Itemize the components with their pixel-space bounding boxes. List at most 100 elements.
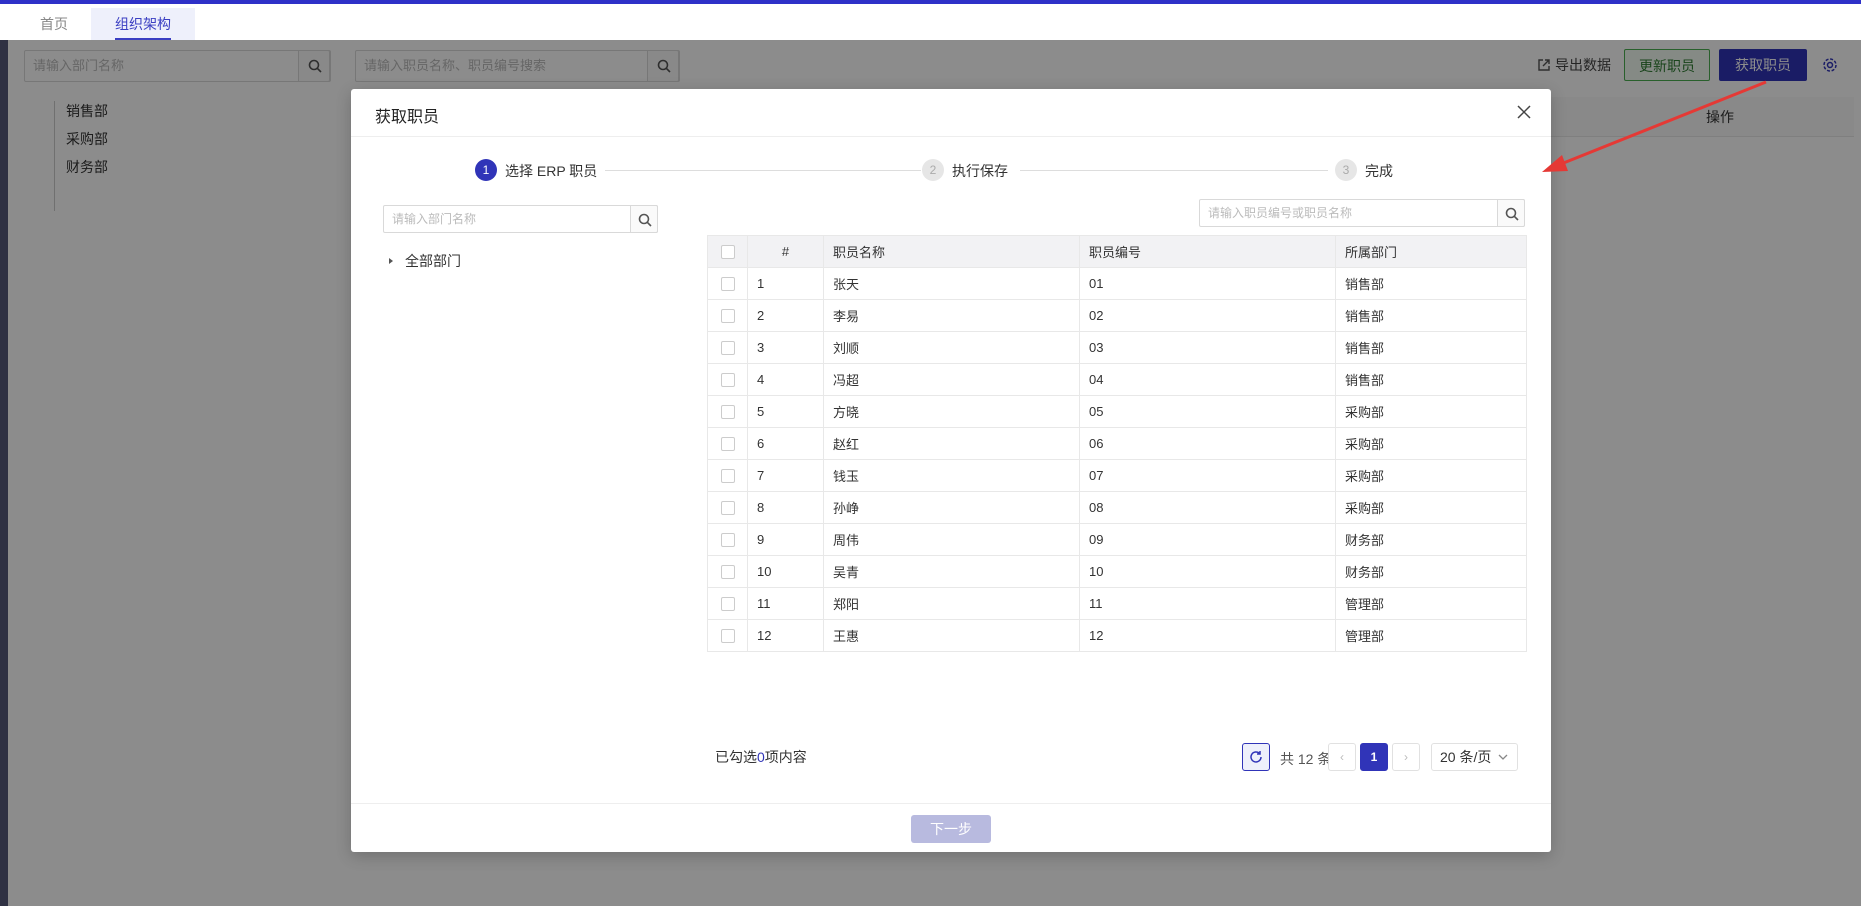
employee-code: 01 <box>1079 267 1336 300</box>
table-row[interactable]: 5 方晓 05 采购部 <box>707 395 1527 428</box>
page-size-value: 20 条/页 <box>1440 749 1492 765</box>
row-checkbox-cell <box>707 395 748 428</box>
row-index: 5 <box>747 395 824 428</box>
row-index: 11 <box>747 587 824 620</box>
table-row[interactable]: 9 周伟 09 财务部 <box>707 523 1527 556</box>
employee-department: 采购部 <box>1335 491 1527 524</box>
row-checkbox[interactable] <box>720 309 735 324</box>
step-3-number: 3 <box>1335 159 1357 181</box>
employee-department: 销售部 <box>1335 363 1527 396</box>
row-checkbox-cell <box>707 619 748 652</box>
row-checkbox[interactable] <box>720 373 735 388</box>
row-checkbox[interactable] <box>720 533 735 548</box>
row-checkbox-cell <box>707 427 748 460</box>
row-checkbox[interactable] <box>720 341 735 356</box>
chevron-down-icon <box>1498 754 1508 760</box>
dialog-header: 获取职员 <box>351 89 1551 137</box>
step-3-label: 完成 <box>1365 163 1393 179</box>
row-index: 8 <box>747 491 824 524</box>
row-checkbox[interactable] <box>720 437 735 452</box>
chevron-left-icon: ‹ <box>1340 750 1344 764</box>
column-index-header: # <box>747 235 824 268</box>
page-size-select[interactable]: 20 条/页 <box>1431 743 1518 771</box>
dialog-title: 获取职员 <box>375 109 440 126</box>
table-row[interactable]: 6 赵红 06 采购部 <box>707 427 1527 460</box>
employee-name: 方晓 <box>823 395 1080 428</box>
row-index: 4 <box>747 363 824 396</box>
row-checkbox[interactable] <box>720 277 735 292</box>
column-name-header: 职员名称 <box>823 235 1080 268</box>
table-row[interactable]: 7 钱玉 07 采购部 <box>707 459 1527 492</box>
search-icon <box>638 213 652 227</box>
employee-name: 钱玉 <box>823 459 1080 492</box>
select-all-checkbox[interactable] <box>720 245 735 260</box>
row-checkbox-cell <box>707 331 748 364</box>
employee-name: 冯超 <box>823 363 1080 396</box>
refresh-button[interactable] <box>1242 743 1270 771</box>
dialog-close-button[interactable] <box>1513 101 1535 123</box>
steps-indicator: 1 选择 ERP 职员 2 执行保存 3 完成 <box>351 159 1551 183</box>
erp-employee-table: # 职员名称 职员编号 所属部门 1 张天 01 销售部 2 李易 02 销售部 3 刘顺 03 销售… <box>707 235 1527 652</box>
prev-page-button[interactable]: ‹ <box>1328 743 1356 771</box>
step-connector <box>605 170 921 171</box>
row-checkbox[interactable] <box>720 629 735 644</box>
refresh-icon <box>1250 751 1262 763</box>
page-1-button[interactable]: 1 <box>1360 743 1388 771</box>
row-checkbox[interactable] <box>720 565 735 580</box>
table-row[interactable]: 12 王惠 12 管理部 <box>707 619 1527 652</box>
caret-right-icon[interactable] <box>389 258 393 265</box>
dialog-department-search-input[interactable]: 请输入部门名称 <box>383 205 658 233</box>
row-index: 9 <box>747 523 824 556</box>
step-2-label: 执行保存 <box>952 163 1008 179</box>
table-row[interactable]: 11 郑阳 11 管理部 <box>707 587 1527 620</box>
dialog-employee-search-input[interactable]: 请输入职员编号或职员名称 <box>1199 199 1525 227</box>
row-checkbox-cell <box>707 587 748 620</box>
total-count: 共 12 条 <box>1280 751 1332 767</box>
employee-department: 财务部 <box>1335 555 1527 588</box>
employee-code: 06 <box>1079 427 1336 460</box>
table-row[interactable]: 8 孙峥 08 采购部 <box>707 491 1527 524</box>
table-row[interactable]: 3 刘顺 03 销售部 <box>707 331 1527 364</box>
row-index: 12 <box>747 619 824 652</box>
select-all-cell <box>707 235 748 268</box>
step-1-label: 选择 ERP 职员 <box>505 163 598 179</box>
dialog-employee-search-placeholder: 请输入职员编号或职员名称 <box>1208 206 1353 220</box>
row-checkbox-cell <box>707 491 748 524</box>
row-checkbox[interactable] <box>720 405 735 420</box>
row-index: 7 <box>747 459 824 492</box>
employee-name: 李易 <box>823 299 1080 332</box>
employee-department: 管理部 <box>1335 619 1527 652</box>
tab-home[interactable]: 首页 <box>16 8 92 40</box>
next-page-button[interactable]: › <box>1392 743 1420 771</box>
table-row[interactable]: 4 冯超 04 销售部 <box>707 363 1527 396</box>
step-1-number: 1 <box>475 159 497 181</box>
tab-home-label: 首页 <box>40 16 68 32</box>
employee-code: 02 <box>1079 299 1336 332</box>
employee-department: 销售部 <box>1335 267 1527 300</box>
dialog-employee-search-button[interactable] <box>1497 199 1525 227</box>
tab-bar: 首页 组织架构 <box>0 4 1861 40</box>
employee-name: 赵红 <box>823 427 1080 460</box>
column-code-header: 职员编号 <box>1079 235 1336 268</box>
next-step-button[interactable]: 下一步 <box>911 815 991 843</box>
close-icon <box>1517 105 1531 119</box>
table-row[interactable]: 10 吴青 10 财务部 <box>707 555 1527 588</box>
table-row[interactable]: 1 张天 01 销售部 <box>707 267 1527 300</box>
tree-root-all-departments[interactable]: 全部部门 <box>389 251 461 271</box>
row-checkbox[interactable] <box>720 469 735 484</box>
row-checkbox-cell <box>707 459 748 492</box>
employee-department: 采购部 <box>1335 459 1527 492</box>
tab-org-structure[interactable]: 组织架构 <box>91 8 195 40</box>
employee-code: 09 <box>1079 523 1336 556</box>
table-row[interactable]: 2 李易 02 销售部 <box>707 299 1527 332</box>
row-checkbox[interactable] <box>720 597 735 612</box>
row-checkbox-cell <box>707 299 748 332</box>
employee-code: 10 <box>1079 555 1336 588</box>
row-checkbox-cell <box>707 523 748 556</box>
employee-code: 03 <box>1079 331 1336 364</box>
row-index: 1 <box>747 267 824 300</box>
row-checkbox[interactable] <box>720 501 735 516</box>
row-index: 10 <box>747 555 824 588</box>
dialog-department-search-button[interactable] <box>630 205 658 233</box>
row-index: 3 <box>747 331 824 364</box>
